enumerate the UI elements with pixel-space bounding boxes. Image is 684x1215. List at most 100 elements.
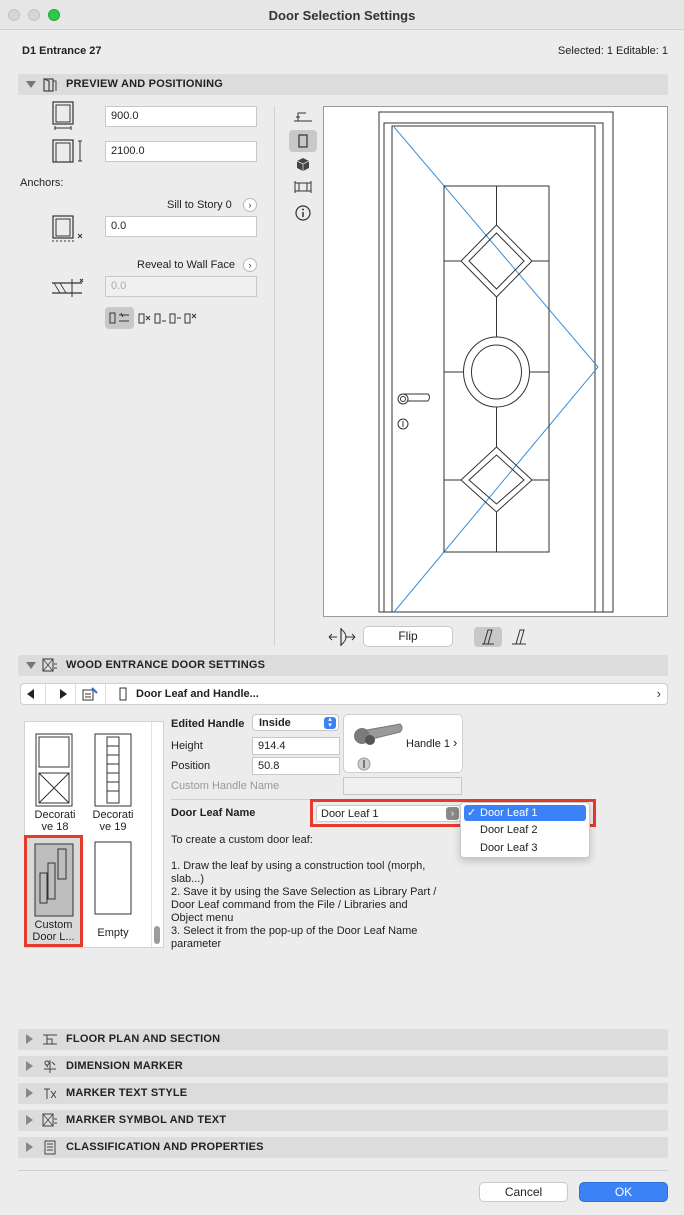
door-width-icon: [52, 101, 74, 130]
anchor-option-2-icon[interactable]: [136, 310, 152, 326]
reveal-field[interactable]: 0.0: [105, 276, 257, 297]
door-preview-drawing: [378, 111, 614, 613]
custom-handle-name-label: Custom Handle Name: [171, 780, 280, 792]
reveal-options-button[interactable]: ›: [243, 258, 257, 272]
menu-item-door-leaf-1[interactable]: ✓ Door Leaf 1: [464, 805, 586, 821]
handle-position-label: Position: [171, 760, 211, 772]
section-classification[interactable]: CLASSIFICATION AND PROPERTIES: [18, 1137, 668, 1158]
thumbnail-empty[interactable]: Empty: [87, 839, 139, 947]
3d-view-icon[interactable]: [294, 156, 312, 174]
door-leaf-select-value: Door Leaf 1: [321, 808, 379, 820]
gallery-scrollbar-thumb[interactable]: [154, 926, 160, 944]
flip-side-icon[interactable]: [325, 625, 359, 649]
selection-info: Selected: 1 Editable: 1: [557, 45, 668, 57]
instruction-line: parameter: [171, 938, 222, 950]
cancel-button[interactable]: Cancel: [479, 1182, 568, 1202]
section-dimension-marker[interactable]: DIMENSION MARKER: [18, 1056, 668, 1077]
select-stepper-icon: ▴ ▾: [324, 716, 336, 729]
disclosure-right-icon: [26, 1034, 33, 1044]
anchor-sill-icon: [109, 312, 129, 324]
classification-icon: [44, 1140, 56, 1155]
anchor-option-3-icon[interactable]: [152, 310, 168, 326]
sill-options-button[interactable]: ›: [243, 198, 257, 212]
elevation-view-button[interactable]: [289, 130, 317, 152]
gallery-scroll-track: [151, 722, 152, 947]
section-label: MARKER SYMBOL AND TEXT: [66, 1114, 227, 1126]
instruction-line: 2. Save it by using the Save Selection a…: [171, 886, 437, 898]
section-label: WOOD ENTRANCE DOOR SETTINGS: [66, 659, 266, 671]
section-label: CLASSIFICATION AND PROPERTIES: [66, 1141, 264, 1153]
window-title: Door Selection Settings: [268, 8, 416, 23]
sill-anchor-icon: [52, 215, 83, 242]
handle-picker-label: Handle 1: [406, 738, 451, 750]
thumbnail-label: Custom Door L...: [32, 919, 75, 943]
sill-field[interactable]: 0.0: [105, 216, 257, 237]
width-field[interactable]: 900.0: [105, 106, 257, 127]
thumbnail-label: Empty: [97, 927, 129, 939]
reveal-wall-icon: [52, 278, 84, 297]
height-field[interactable]: 2100.0: [105, 141, 257, 162]
nav-divider: [45, 684, 46, 704]
thumbnail-decorative-19[interactable]: Decorati ve 19: [87, 727, 139, 835]
chevron-right-icon: ›: [446, 807, 459, 820]
favorites-pin-icon[interactable]: [81, 686, 99, 702]
door-height-icon: [52, 139, 82, 163]
next-page-button[interactable]: [60, 689, 67, 699]
flip-button[interactable]: Flip: [363, 626, 453, 647]
section-view-icon[interactable]: [293, 179, 313, 195]
previous-page-button[interactable]: [27, 689, 34, 699]
ok-button[interactable]: OK: [579, 1182, 668, 1202]
panel-divider: [274, 106, 275, 646]
instruction-line: 3. Select it from the pop-up of the Door…: [171, 925, 418, 937]
door-leaf-gallery: Decorati ve 18 Decorati ve 19 Custom Doo…: [24, 721, 164, 948]
page-selector-label[interactable]: Door Leaf and Handle...: [136, 688, 259, 700]
title-bar: Door Selection Settings: [0, 0, 684, 30]
section-floor-plan[interactable]: FLOOR PLAN AND SECTION: [18, 1029, 668, 1050]
menu-item-label: Door Leaf 1: [480, 807, 538, 819]
instruction-line: 1. Draw the leaf by using a construction…: [171, 860, 426, 872]
anchor-option-selected-button[interactable]: [105, 307, 134, 329]
instructions-title: To create a custom door leaf:: [171, 834, 313, 846]
nav-divider: [75, 684, 76, 704]
door-panel-icon: [43, 78, 57, 92]
menu-item-door-leaf-3[interactable]: Door Leaf 3: [480, 842, 537, 854]
section-marker-symbol[interactable]: MARKER SYMBOL AND TEXT: [18, 1110, 668, 1131]
handle-position-field[interactable]: 50.8: [252, 757, 340, 775]
disclosure-right-icon: [26, 1088, 33, 1098]
plan-view-icon[interactable]: [292, 109, 314, 127]
chevron-right-icon[interactable]: ›: [657, 686, 661, 701]
handle-preview-icon: [354, 723, 403, 771]
thumbnail-label: Decorati ve 18: [34, 809, 76, 833]
section-preview-positioning[interactable]: PREVIEW AND POSITIONING: [18, 74, 668, 95]
anchors-label: Anchors:: [20, 177, 64, 189]
edited-handle-select[interactable]: Inside ▴ ▾: [252, 714, 339, 731]
checkmark-icon: ✓: [467, 807, 477, 819]
info-icon[interactable]: [294, 204, 312, 222]
custom-door-leaf-preview: [34, 843, 74, 917]
section-label: PREVIEW AND POSITIONING: [66, 78, 223, 90]
handle-height-field[interactable]: 914.4: [252, 737, 340, 755]
anchor-option-5-icon[interactable]: [182, 310, 198, 326]
handle-picker[interactable]: Handle 1 ›: [343, 714, 463, 773]
chevron-right-icon: ›: [453, 735, 458, 750]
door-leaf-name-label: Door Leaf Name: [171, 807, 256, 819]
text-style-icon: [44, 1088, 57, 1099]
section-marker-text-style[interactable]: MARKER TEXT STYLE: [18, 1083, 668, 1104]
nav-divider: [105, 684, 106, 704]
menu-item-door-leaf-2[interactable]: Door Leaf 2: [480, 824, 537, 836]
opening-side-a-button[interactable]: [474, 627, 502, 647]
element-id-label: D1 Entrance 27: [22, 45, 102, 57]
edited-handle-value: Inside: [259, 717, 291, 729]
thumbnail-custom-door-leaf[interactable]: Custom Door L...: [24, 835, 83, 947]
thumbnail-label: Decorati ve 19: [92, 809, 134, 833]
empty-leaf-preview: [94, 841, 132, 915]
door-leaf-select[interactable]: Door Leaf 1 ›: [316, 805, 461, 822]
section-wood-entrance-door[interactable]: WOOD ENTRANCE DOOR SETTINGS: [18, 655, 668, 676]
door-settings-icon: [42, 658, 57, 672]
disclosure-right-icon: [26, 1061, 33, 1071]
custom-handle-name-field[interactable]: [343, 777, 462, 795]
door-leaf-page-icon: [119, 687, 127, 701]
opening-b-icon[interactable]: [506, 627, 532, 647]
thumbnail-decorative-18[interactable]: Decorati ve 18: [30, 727, 80, 835]
anchor-option-4-icon[interactable]: [167, 310, 183, 326]
